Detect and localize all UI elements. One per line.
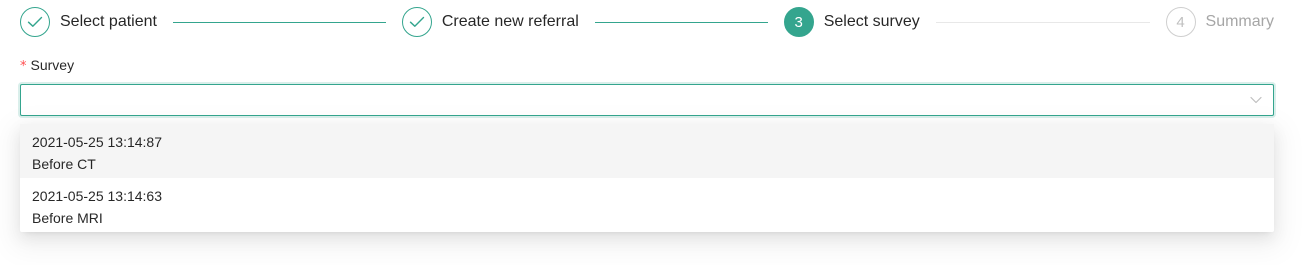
option-date: 2021-05-25 13:14:63 xyxy=(32,188,162,204)
step-title: Select patient xyxy=(60,13,157,30)
option-date: 2021-05-25 13:14:87 xyxy=(32,134,162,150)
survey-dropdown: 2021-05-25 13:14:87 Before CT 2021-05-25… xyxy=(20,124,1274,232)
step-title: Summary xyxy=(1205,13,1274,30)
step-summary[interactable]: 4 Summary xyxy=(1165,7,1274,37)
survey-select[interactable] xyxy=(20,84,1274,116)
required-mark: * xyxy=(20,59,27,74)
chevron-down-icon xyxy=(1250,96,1262,104)
step-connector xyxy=(935,21,1150,23)
step-number: 3 xyxy=(783,7,814,37)
step-title: Create new referral xyxy=(441,13,579,30)
check-icon xyxy=(20,7,50,37)
survey-option[interactable]: 2021-05-25 13:14:63 Before MRI xyxy=(20,178,1274,232)
step-connector xyxy=(172,21,386,23)
step-title: Select survey xyxy=(823,13,920,30)
option-name: Before MRI xyxy=(32,210,103,226)
step-select-survey[interactable]: 3 Select survey xyxy=(783,7,1166,37)
step-connector xyxy=(594,21,768,23)
step-select-patient[interactable]: Select patient xyxy=(20,7,402,37)
step-number: 4 xyxy=(1165,7,1196,37)
survey-label: * Survey xyxy=(20,57,74,74)
check-icon xyxy=(401,7,432,37)
survey-label-text: Survey xyxy=(30,57,75,73)
step-create-new-referral[interactable]: Create new referral xyxy=(401,7,784,37)
steps-bar: Select patient Create new referral 3 Sel… xyxy=(20,6,1274,38)
option-name: Before CT xyxy=(32,156,96,172)
survey-option[interactable]: 2021-05-25 13:14:87 Before CT xyxy=(20,124,1274,178)
